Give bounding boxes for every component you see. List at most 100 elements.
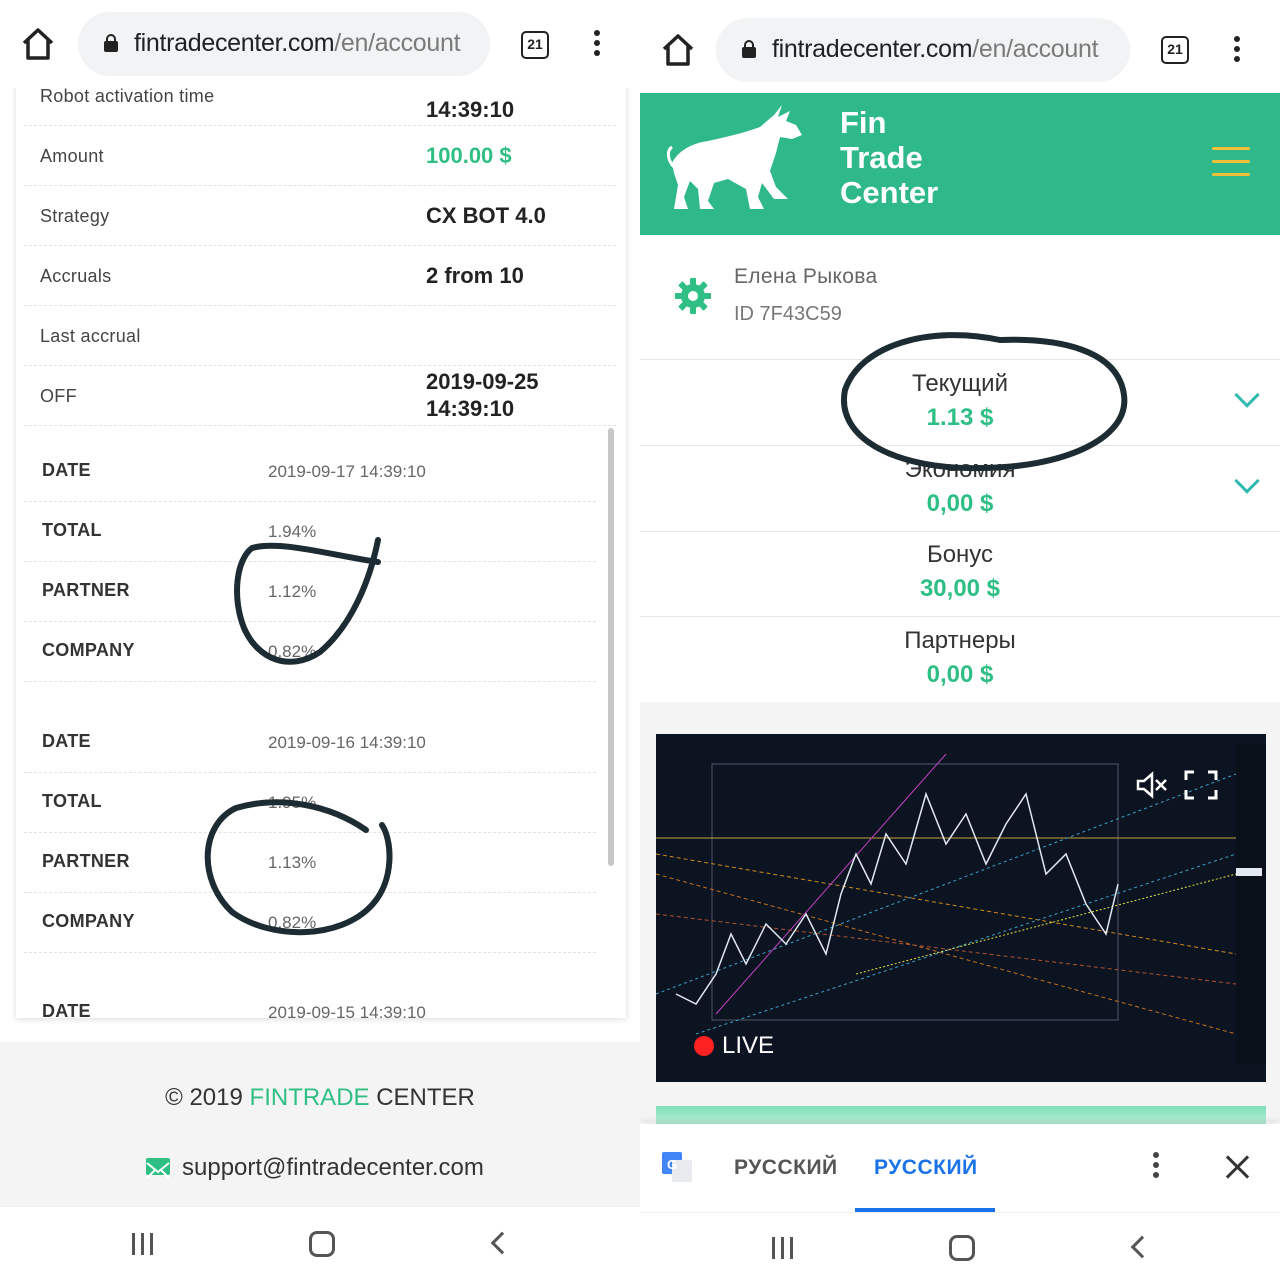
accrual-row-total: TOTAL 1.94% bbox=[24, 502, 596, 562]
row-key: TOTAL bbox=[42, 520, 102, 540]
balance-label: Партнеры bbox=[904, 627, 1016, 654]
row-key: TOTAL bbox=[42, 791, 102, 811]
back-icon[interactable] bbox=[1130, 1235, 1154, 1259]
info-row-amount: Amount 100.00 $ bbox=[24, 126, 616, 186]
hamburger-icon[interactable] bbox=[1212, 147, 1250, 177]
browser-toolbar: fintradecenter.com/en/account 21 bbox=[0, 0, 640, 88]
row-value: 1.95% bbox=[268, 793, 317, 812]
row-key: PARTNER bbox=[42, 851, 130, 871]
home-icon[interactable] bbox=[658, 30, 698, 70]
bull-logo-icon bbox=[666, 105, 802, 209]
balance-value: 0,00 $ bbox=[926, 661, 994, 688]
target-language-tab[interactable]: РУССКИЙ bbox=[874, 1156, 978, 1180]
info-label: Strategy bbox=[40, 206, 110, 226]
accrual-row-date: DATE 2019-09-15 14:39:10 bbox=[24, 983, 596, 1018]
scrollbar[interactable] bbox=[608, 428, 614, 866]
row-key: DATE bbox=[42, 460, 91, 480]
row-value: 1.94% bbox=[268, 522, 317, 541]
copyright: © 2019 FINTRADE CENTER bbox=[165, 1084, 475, 1111]
close-icon[interactable] bbox=[1224, 1154, 1250, 1180]
site-footer: © 2019 FINTRADE CENTER support@fintradec… bbox=[0, 1042, 640, 1206]
info-row-accruals: Accruals 2 from 10 bbox=[24, 246, 616, 306]
mail-icon bbox=[146, 1158, 170, 1179]
balance-value: 30,00 $ bbox=[919, 575, 1001, 602]
accrual-row-date: DATE 2019-09-16 14:39:10 bbox=[24, 713, 596, 773]
svg-text:G: G bbox=[667, 1157, 677, 1172]
row-value: 2019-09-15 14:39:10 bbox=[268, 1003, 426, 1018]
fullscreen-icon[interactable] bbox=[1184, 770, 1218, 800]
row-key: COMPANY bbox=[42, 640, 135, 660]
url-text: fintradecenter.com/en/account bbox=[772, 35, 1099, 63]
accrual-row-partner: PARTNER 1.12% bbox=[24, 562, 596, 622]
info-value-date: 2019-09-25 bbox=[426, 369, 539, 394]
info-value-time: 14:39:10 bbox=[426, 396, 515, 421]
home-icon[interactable] bbox=[18, 24, 58, 64]
info-value: 14:39:10 bbox=[426, 97, 515, 122]
lock-icon bbox=[742, 40, 756, 58]
google-translate-icon: G bbox=[662, 1152, 692, 1182]
info-row-last-accrual: Last accrual bbox=[24, 306, 616, 366]
row-value: 0.82% bbox=[268, 642, 317, 661]
user-profile: Елена Рыкова ID 7F43C59 bbox=[640, 235, 1280, 360]
accrual-row-date: DATE 2019-09-17 14:39:10 bbox=[24, 442, 596, 502]
tabs-icon[interactable]: 21 bbox=[1161, 36, 1189, 64]
site-header: Fin Trade Center bbox=[640, 93, 1280, 235]
info-label: OFF bbox=[40, 386, 77, 406]
tabs-icon[interactable]: 21 bbox=[521, 31, 549, 59]
mute-icon[interactable] bbox=[1134, 770, 1168, 800]
user-id: ID 7F43C59 bbox=[734, 303, 842, 325]
info-label: Robot activation time bbox=[40, 86, 215, 106]
row-key: DATE bbox=[42, 1001, 91, 1018]
lock-icon bbox=[104, 34, 118, 52]
browser-toolbar: fintradecenter.com/en/account 21 bbox=[640, 0, 1280, 93]
info-value: CX BOT 4.0 bbox=[426, 203, 546, 228]
live-chart-video[interactable]: LIVE bbox=[656, 734, 1266, 1082]
balance-label: Текущий bbox=[912, 370, 1008, 397]
info-row-strategy: Strategy CX BOT 4.0 bbox=[24, 186, 616, 246]
source-language-tab[interactable]: РУССКИЙ bbox=[734, 1156, 838, 1180]
live-dot-icon bbox=[694, 1036, 714, 1056]
accruals-list[interactable]: DATE 2019-09-17 14:39:10 TOTAL 1.94% PAR… bbox=[24, 425, 596, 1018]
info-label: Accruals bbox=[40, 266, 112, 286]
address-bar[interactable]: fintradecenter.com/en/account bbox=[716, 18, 1130, 82]
home-nav-icon[interactable] bbox=[949, 1235, 975, 1261]
row-value: 2019-09-17 14:39:10 bbox=[268, 462, 426, 481]
balance-label: Экономия bbox=[904, 456, 1016, 483]
more-vert-icon[interactable] bbox=[1233, 36, 1241, 66]
row-key: COMPANY bbox=[42, 911, 135, 931]
left-screenshot: Robot activation time 2019-09-15 14:39:1… bbox=[0, 0, 640, 1280]
gear-icon[interactable] bbox=[674, 277, 712, 315]
balance-current[interactable]: Текущий 1.13 $ bbox=[640, 360, 1280, 446]
right-screenshot: fintradecenter.com/en/account 21 Fin Tra… bbox=[640, 0, 1280, 1280]
url-text: fintradecenter.com/en/account bbox=[134, 29, 461, 57]
trading-chart-graphic bbox=[656, 744, 1266, 1064]
row-key: DATE bbox=[42, 731, 91, 751]
balance-value: 1.13 $ bbox=[926, 404, 994, 431]
recent-apps-icon[interactable] bbox=[132, 1233, 156, 1257]
balance-savings[interactable]: Экономия 0,00 $ bbox=[640, 446, 1280, 532]
row-value: 1.13% bbox=[268, 853, 317, 872]
accrual-row-partner: PARTNER 1.13% bbox=[24, 833, 596, 893]
back-icon[interactable] bbox=[490, 1231, 514, 1255]
info-value: 100.00 $ bbox=[426, 143, 512, 168]
row-value: 2019-09-16 14:39:10 bbox=[268, 733, 426, 752]
more-vert-icon[interactable] bbox=[593, 30, 601, 60]
more-vert-icon[interactable] bbox=[1152, 1152, 1160, 1182]
info-label: Amount bbox=[40, 146, 104, 166]
brand-name: Fin Trade Center bbox=[840, 105, 939, 210]
address-bar[interactable]: fintradecenter.com/en/account bbox=[78, 12, 490, 76]
home-nav-icon[interactable] bbox=[309, 1231, 335, 1257]
recent-apps-icon[interactable] bbox=[772, 1237, 796, 1261]
accrual-row-total: TOTAL 1.95% bbox=[24, 773, 596, 833]
balance-value: 0,00 $ bbox=[926, 490, 994, 517]
info-row-off: OFF 2019-09-25 14:39:10 bbox=[24, 366, 616, 426]
row-value: 0.82% bbox=[268, 913, 317, 932]
balance-label: Бонус bbox=[926, 541, 994, 568]
robot-details-card: Robot activation time 2019-09-15 14:39:1… bbox=[16, 80, 626, 1018]
row-value: 1.12% bbox=[268, 582, 317, 601]
row-key: PARTNER bbox=[42, 580, 130, 600]
android-nav-bar bbox=[0, 1206, 640, 1280]
email-link[interactable]: support@fintradecenter.com bbox=[182, 1154, 484, 1182]
green-banner bbox=[656, 1106, 1266, 1126]
android-nav-bar bbox=[640, 1212, 1280, 1280]
